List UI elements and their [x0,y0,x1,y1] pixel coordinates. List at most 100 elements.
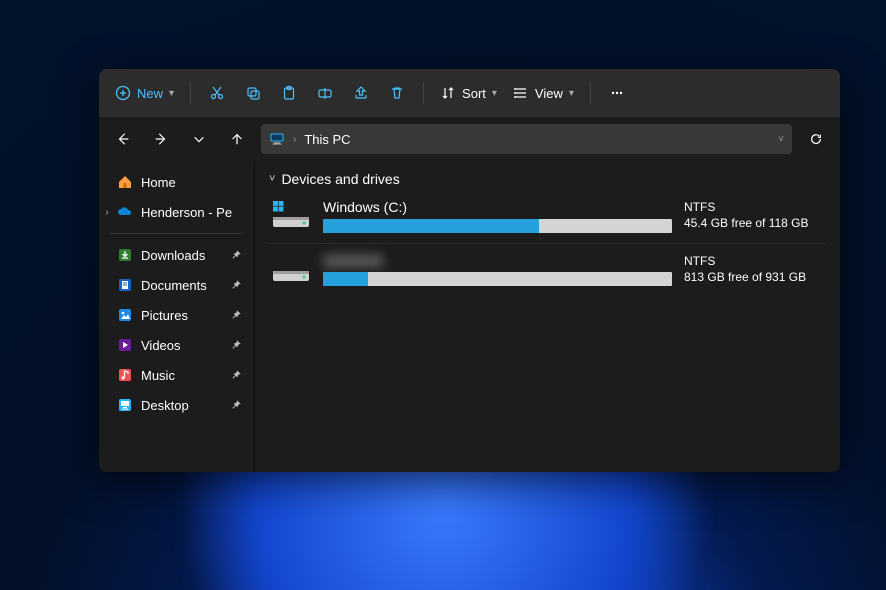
forward-button[interactable] [147,125,175,153]
new-button[interactable]: New ▾ [109,77,180,109]
paste-button[interactable] [273,77,305,109]
videos-icon [117,337,133,353]
recent-button[interactable] [185,125,213,153]
expand-icon[interactable]: › [101,207,113,218]
sidebar-item-videos[interactable]: Videos [99,330,254,360]
explorer-window: New ▾ Sort ▾ View ▾ [99,69,840,472]
group-header-devices[interactable]: ˅ Devices and drives [269,167,826,193]
arrow-left-icon [116,132,130,146]
rename-icon [317,85,333,101]
copy-icon [245,85,261,101]
breadcrumb-location: This PC [304,132,350,147]
chevron-down-icon: ▾ [569,88,574,99]
pin-icon [231,248,242,263]
sidebar-item-label: Home [141,175,176,190]
sidebar-item-music[interactable]: Music [99,360,254,390]
plus-circle-icon [115,85,131,101]
pin-icon [231,308,242,323]
navigation-row: › This PC ˅ [99,117,840,161]
breadcrumb-separator: › [293,134,296,145]
rename-button[interactable] [309,77,341,109]
chevron-down-icon: ▾ [169,88,174,99]
trash-icon [389,85,405,101]
sidebar-item-label: Downloads [141,248,205,263]
drive-icon [271,201,311,231]
group-header-label: Devices and drives [281,171,399,187]
view-button[interactable]: View ▾ [507,77,580,109]
drive-meta: NTFS813 GB free of 931 GB [684,254,824,285]
sidebar-item-label: Documents [141,278,207,293]
pictures-icon [117,307,133,323]
sidebar-item-onedrive[interactable]: › Henderson - Pe [99,197,254,227]
toolbar: New ▾ Sort ▾ View ▾ [99,69,840,117]
sidebar-separator [109,233,244,234]
music-icon [117,367,133,383]
chevron-down-icon [192,132,206,146]
pin-icon [231,338,242,353]
new-button-label: New [137,86,163,101]
drive-free-text: 45.4 GB free of 118 GB [684,216,824,232]
drive-usage-bar [323,272,672,286]
sort-button-label: Sort [462,86,486,101]
drive-icon [271,255,311,285]
drive-body: Windows (C:) [323,199,672,233]
drive-name: Windows (C:) [323,199,672,215]
arrow-up-icon [230,132,244,146]
chevron-down-icon: ˅ [269,173,275,185]
drive-name [323,254,383,268]
sidebar-item-label: Music [141,368,175,383]
chevron-down-icon[interactable]: ˅ [778,134,784,145]
toolbar-separator [590,82,591,104]
toolbar-separator [190,82,191,104]
view-button-label: View [535,86,563,101]
refresh-icon [809,132,823,146]
explorer-body: Home › Henderson - Pe Downloads Documents… [99,161,840,472]
pin-icon [231,368,242,383]
up-button[interactable] [223,125,251,153]
arrow-right-icon [154,132,168,146]
delete-button[interactable] [381,77,413,109]
sidebar-item-document[interactable]: Documents [99,270,254,300]
refresh-button[interactable] [802,125,830,153]
pin-icon [231,278,242,293]
main-content: ˅ Devices and drives Windows (C:)NTFS45.… [255,161,840,472]
share-icon [353,85,369,101]
desktop-icon [117,397,133,413]
drive-fs: NTFS [684,254,824,270]
sort-button[interactable]: Sort ▾ [434,77,503,109]
drive-usage-bar [323,219,672,233]
chevron-down-icon: ▾ [492,88,497,99]
home-icon [117,174,133,190]
drive-item[interactable]: Windows (C:) NTFS45.4 GB free of 118 GB [269,193,826,239]
sidebar-item-label: Pictures [141,308,188,323]
drive-meta: NTFS45.4 GB free of 118 GB [684,200,824,231]
share-button[interactable] [345,77,377,109]
drive-item[interactable]: NTFS813 GB free of 931 GB [269,243,826,292]
paste-icon [281,85,297,101]
toolbar-separator [423,82,424,104]
this-pc-icon [269,131,285,147]
sidebar-item-label: Desktop [141,398,189,413]
sidebar-item-label: Henderson - Pe [141,205,232,220]
view-icon [513,85,529,101]
sort-icon [440,85,456,101]
cut-button[interactable] [201,77,233,109]
cloud-icon [117,204,133,220]
sidebar-item-label: Videos [141,338,181,353]
more-button[interactable] [601,77,633,109]
sidebar: Home › Henderson - Pe Downloads Documents… [99,161,255,472]
pin-icon [231,398,242,413]
sidebar-item-home[interactable]: Home [99,167,254,197]
drive-fs: NTFS [684,200,824,216]
drive-body [323,254,672,286]
back-button[interactable] [109,125,137,153]
download-icon [117,247,133,263]
more-icon [609,85,625,101]
address-bar[interactable]: › This PC ˅ [261,124,792,154]
sidebar-item-pictures[interactable]: Pictures [99,300,254,330]
copy-button[interactable] [237,77,269,109]
drive-free-text: 813 GB free of 931 GB [684,270,824,286]
sidebar-item-download[interactable]: Downloads [99,240,254,270]
document-icon [117,277,133,293]
sidebar-item-desktop[interactable]: Desktop [99,390,254,420]
